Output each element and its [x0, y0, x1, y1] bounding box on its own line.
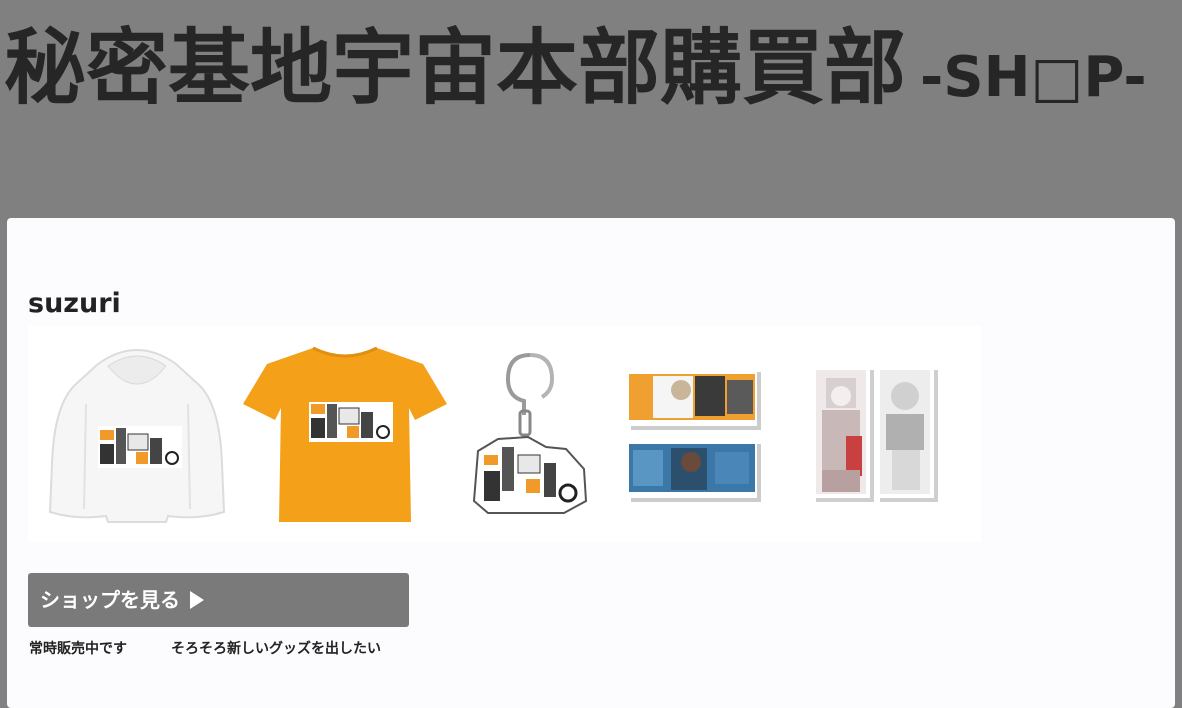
note-always-on-sale: 常時販売中です [29, 641, 127, 657]
site-title[interactable]: 秘密基地宇宙本部購買部 -SH□P- [4, 28, 1147, 110]
shop-notes: 常時販売中です そろそろ新しいグッズを出したい [29, 638, 381, 658]
product-banner-image[interactable] [28, 326, 981, 542]
shop-card: suzuri ショップを見る 常時販売中です そろそろ新しいグッズを出したい [7, 218, 1175, 708]
view-shop-button[interactable]: ショップを見る [28, 573, 409, 627]
play-arrow-icon [190, 591, 204, 609]
sticker-set-image [627, 368, 761, 502]
site-title-main: 秘密基地宇宙本部購買部 [4, 21, 907, 116]
note-new-goods: そろそろ新しいグッズを出したい [171, 641, 381, 657]
bookmark-set-image [812, 366, 938, 502]
tshirt-image [243, 346, 447, 522]
site-header: 秘密基地宇宙本部購買部 -SH□P- [0, 0, 1182, 218]
section-title: suzuri [28, 288, 121, 319]
site-title-sub: -SH□P- [920, 45, 1147, 110]
keychain-image [472, 353, 588, 514]
hoodie-image [48, 349, 226, 523]
view-shop-button-label: ショップを見る [40, 588, 180, 612]
